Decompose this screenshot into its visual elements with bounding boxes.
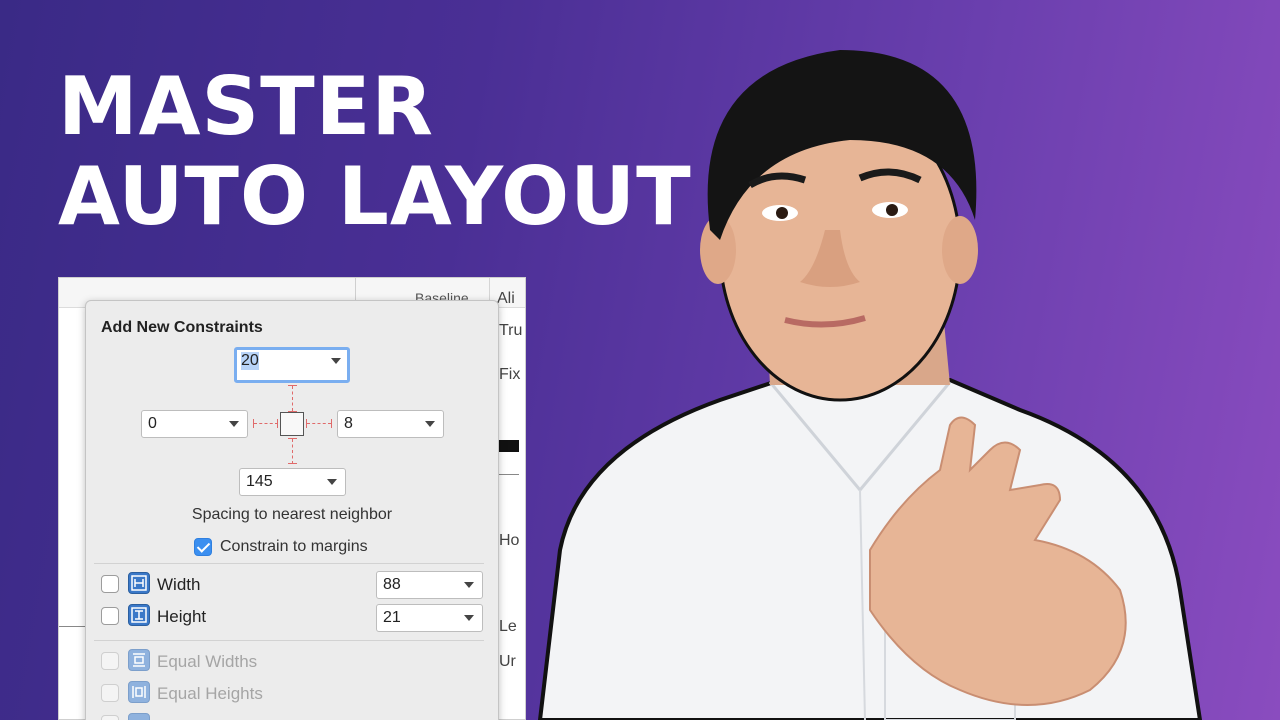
divider	[94, 563, 484, 564]
left-strut-cap	[277, 419, 278, 428]
inspector-side-label: Ho	[499, 532, 520, 549]
left-spacing-field[interactable]: 0	[141, 410, 248, 438]
equal-heights-label: Equal Heights	[157, 684, 263, 703]
height-constraint-icon	[128, 604, 150, 626]
bottom-spacing-field[interactable]: 145	[239, 468, 346, 496]
width-value: 88	[383, 576, 401, 593]
popover-title: Add New Constraints	[101, 319, 263, 336]
top-constraint-strut[interactable]	[292, 386, 293, 411]
width-checkbox[interactable]	[101, 575, 119, 593]
equal-heights-checkbox[interactable]	[101, 684, 119, 702]
inspector-side-label: Fix	[499, 366, 521, 383]
right-constraint-strut[interactable]	[307, 423, 331, 424]
chevron-down-icon[interactable]	[464, 615, 474, 621]
equal-heights-icon	[128, 681, 150, 703]
right-spacing-value: 8	[344, 415, 353, 432]
divider	[499, 474, 519, 475]
inspector-side-label: Ali	[497, 290, 515, 307]
chevron-down-icon[interactable]	[229, 421, 239, 427]
top-strut-cap	[288, 411, 297, 412]
chevron-down-icon[interactable]	[464, 582, 474, 588]
aspect-ratio-icon	[128, 713, 150, 720]
left-constraint-strut[interactable]	[254, 423, 278, 424]
width-constraint-icon	[128, 572, 150, 594]
constrain-margins-checkbox[interactable]	[194, 538, 212, 556]
constraint-view-box	[280, 412, 304, 436]
bottom-constraint-strut[interactable]	[292, 439, 293, 464]
chevron-down-icon[interactable]	[331, 358, 341, 364]
divider	[94, 640, 484, 641]
top-spacing-value: 20	[241, 352, 259, 370]
chevron-down-icon[interactable]	[327, 479, 337, 485]
chevron-down-icon[interactable]	[425, 421, 435, 427]
constrain-margins-label: Constrain to margins	[220, 538, 368, 555]
right-spacing-field[interactable]: 8	[337, 410, 444, 438]
bottom-strut-cap	[288, 463, 297, 464]
equal-widths-icon	[128, 649, 150, 671]
height-value: 21	[383, 609, 401, 626]
color-swatch[interactable]	[499, 440, 519, 452]
height-checkbox[interactable]	[101, 607, 119, 625]
inspector-side-label: Le	[499, 618, 517, 635]
width-label: Width	[157, 575, 201, 594]
top-spacing-field[interactable]: 20	[234, 347, 350, 383]
right-strut-cap	[331, 419, 332, 428]
presenter-photo	[537, 50, 1203, 720]
inspector-side-label: Tru	[499, 322, 523, 339]
equal-widths-checkbox[interactable]	[101, 652, 119, 670]
spacing-caption: Spacing to nearest neighbor	[191, 506, 393, 523]
equal-widths-label: Equal Widths	[157, 652, 258, 671]
height-value-field[interactable]: 21	[376, 604, 483, 632]
left-spacing-value: 0	[148, 415, 157, 432]
add-constraints-popover: Add New Constraints 20 0 8 145 Spacing t…	[85, 300, 499, 720]
height-label: Height	[157, 607, 207, 626]
bottom-spacing-value: 145	[246, 473, 273, 490]
next-row-checkbox[interactable]	[101, 715, 119, 720]
width-value-field[interactable]: 88	[376, 571, 483, 599]
inspector-side-label: Ur	[499, 653, 516, 670]
